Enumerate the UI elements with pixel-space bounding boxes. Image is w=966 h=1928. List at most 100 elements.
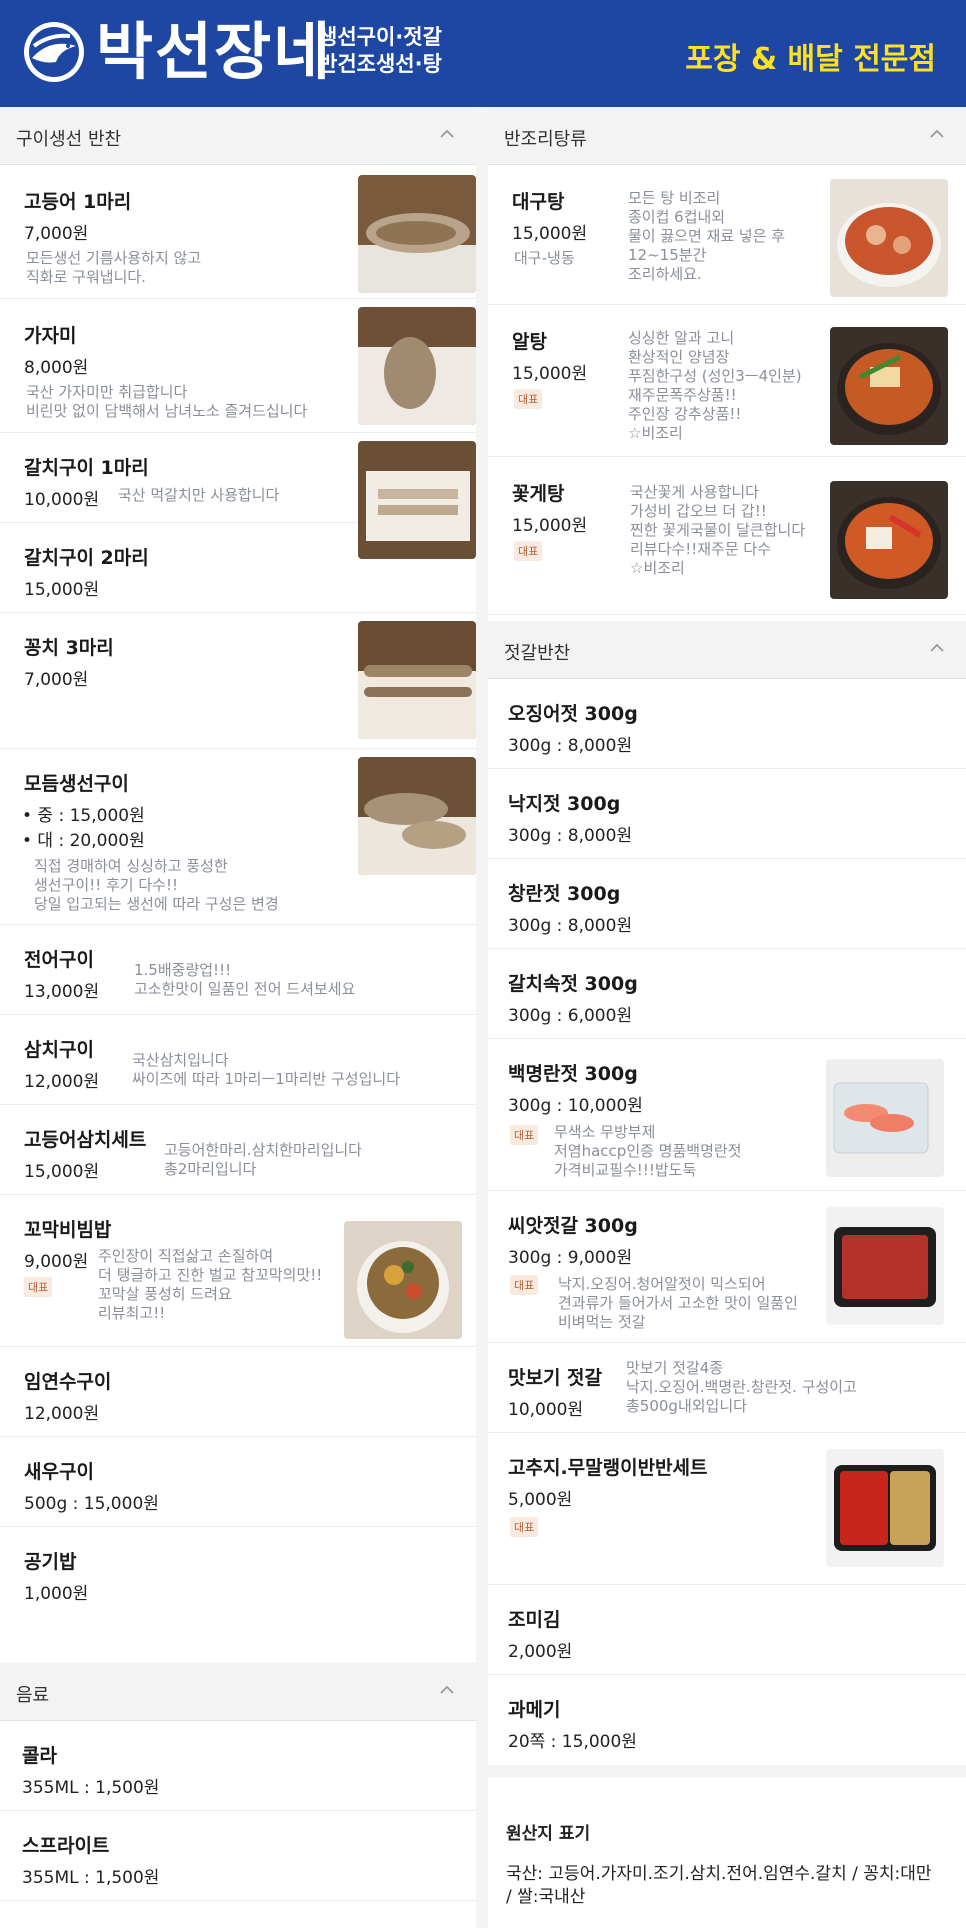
- item-desc: 꼬막살 풍성히 드려요: [98, 1285, 232, 1303]
- item-desc: 저염haccp인증 명품백명란젓: [554, 1142, 742, 1160]
- menu-item[interactable]: 콜라 355ML : 1,500원: [0, 1721, 476, 1811]
- item-price: 1,000원: [24, 1584, 89, 1604]
- menu-item[interactable]: 가자미 8,000원 국산 가자미만 취급합니다 비린맛 없이 담백해서 남녀노…: [0, 299, 476, 433]
- item-price: 300g : 8,000원: [508, 826, 633, 846]
- item-name: 스프라이트: [22, 1835, 110, 1857]
- menu-item[interactable]: 창란젓 300g 300g : 8,000원: [488, 859, 966, 949]
- slogan: 포장 & 배달 전문점: [685, 42, 936, 77]
- item-name: 고등어삼치세트: [24, 1129, 147, 1151]
- item-name: 갈치구이 1마리: [24, 457, 149, 479]
- menu-item[interactable]: 임연수구이 12,000원: [0, 1347, 476, 1437]
- section-header-drinks[interactable]: 음료: [0, 1663, 476, 1721]
- menu-item[interactable]: 꽁치 3마리 7,000원: [0, 613, 476, 749]
- item-price: 355ML : 1,500원: [22, 1868, 160, 1888]
- pepper-radish-set-photo: [826, 1449, 944, 1567]
- item-price: 7,000원: [24, 224, 89, 244]
- item-name: 백명란젓 300g: [508, 1063, 638, 1085]
- brand-subtitle-line2: 반건조생선·탕: [318, 52, 442, 76]
- item-name: 갈치속젓 300g: [508, 973, 638, 995]
- chevron-up-icon[interactable]: [440, 127, 454, 141]
- origin-line2: / 쌀:국내산: [506, 1887, 586, 1907]
- item-desc: 모든 탕 비조리: [628, 189, 721, 207]
- menu-item[interactable]: 삼치구이 12,000원 국산삼치입니다 싸이즈에 따라 1마리ㅡ1마리반 구성…: [0, 1015, 476, 1105]
- menu-item[interactable]: 고등어 1마리 7,000원 모든생선 기름사용하지 않고 직화로 구워냅니다.: [0, 165, 476, 299]
- saury-photo: [358, 621, 476, 739]
- cod-stew-photo: [830, 179, 948, 297]
- item-desc: 직접 경매하여 싱싱하고 풍성한: [34, 857, 228, 875]
- menu-item[interactable]: 낙지젓 300g 300g : 8,000원: [488, 769, 966, 859]
- section-title: 구이생선 반찬: [16, 129, 122, 150]
- item-name: 낙지젓 300g: [508, 793, 621, 815]
- item-desc: 비벼먹는 젓갈: [558, 1313, 646, 1331]
- item-name: 꽃게탕: [512, 483, 565, 505]
- menu-item[interactable]: 백명란젓 300g 300g : 10,000원 대표 무색소 무방부제 저염h…: [488, 1039, 966, 1191]
- item-price: 300g : 10,000원: [508, 1096, 643, 1116]
- item-price: 5,000원: [508, 1490, 573, 1510]
- menu-item[interactable]: 꼬막비빔밥 9,000원 대표 주인장이 직접삶고 손질하여 더 탱글하고 진한…: [0, 1195, 476, 1347]
- item-desc: ☆비조리: [628, 424, 683, 442]
- item-price: 20쪽 : 15,000원: [508, 1732, 637, 1752]
- item-desc: 낙지.오징어.백명란.창란젓. 구성이고: [626, 1378, 857, 1396]
- item-name: 전어구이: [24, 949, 94, 971]
- menu-item[interactable]: 스프라이트 355ML : 1,500원: [0, 1811, 476, 1901]
- origin-title: 원산지 표기: [506, 1824, 591, 1844]
- menu-item[interactable]: 새우구이 500g : 15,000원: [0, 1437, 476, 1527]
- item-desc: 재주문폭주상품!!: [628, 386, 737, 404]
- section-header-stew[interactable]: 반조리탕류: [488, 107, 966, 165]
- item-name: 공기밥: [24, 1551, 77, 1573]
- section-header-grilled[interactable]: 구이생선 반찬: [0, 107, 476, 165]
- item-desc: 고등어한마리.삼치한마리입니다: [164, 1141, 362, 1159]
- menu-item[interactable]: 전어구이 13,000원 1.5배중량업!!! 고소한맛이 일품인 전어 드셔보…: [0, 925, 476, 1015]
- item-price: 15,000원: [512, 224, 588, 244]
- chevron-up-icon[interactable]: [930, 641, 944, 655]
- menu-item[interactable]: 조미김 2,000원: [488, 1585, 966, 1675]
- menu-item[interactable]: 맛보기 젓갈 10,000원 맛보기 젓갈4종 낙지.오징어.백명란.창란젓. …: [488, 1343, 966, 1433]
- item-name: 갈치구이 2마리: [24, 547, 149, 569]
- menu-item[interactable]: 갈치구이 2마리 15,000원: [0, 523, 476, 613]
- item-desc: ☆비조리: [630, 559, 685, 577]
- menu-item[interactable]: 갈치구이 1마리 10,000원 국산 먹갈치만 사용합니다: [0, 433, 476, 559]
- menu-item[interactable]: 갈치속젓 300g 300g : 6,000원: [488, 949, 966, 1039]
- item-name: 삼치구이: [24, 1039, 94, 1061]
- item-desc: 물이 끓으면 재료 넣은 후: [628, 227, 786, 245]
- item-price: 12,000원: [24, 1404, 100, 1424]
- item-name: 창란젓 300g: [508, 883, 621, 905]
- item-name: 조미김: [508, 1609, 561, 1631]
- column-gutter: [476, 107, 488, 1928]
- section-header-jeotgal[interactable]: 젓갈반찬: [488, 621, 966, 679]
- item-desc: 당일 입고되는 생선에 따라 구성은 변경: [34, 895, 279, 913]
- chevron-up-icon[interactable]: [930, 127, 944, 141]
- menu-item[interactable]: 고추지.무말랭이반반세트 5,000원 대표: [488, 1433, 966, 1585]
- brand-subtitle: 생선구이·젓갈 반건조생선·탕: [318, 24, 442, 78]
- item-name: 대구탕: [512, 191, 565, 213]
- chevron-up-icon[interactable]: [440, 1683, 454, 1697]
- menu-item[interactable]: 오징어젓 300g 300g : 8,000원: [488, 679, 966, 769]
- item-desc: 비린맛 없이 담백해서 남녀노소 즐겨드십니다: [26, 402, 308, 420]
- crab-stew-photo: [830, 481, 948, 599]
- item-desc: 모든생선 기름사용하지 않고: [26, 249, 202, 267]
- item-desc: 가성비 갑오브 더 갑!!: [630, 502, 767, 520]
- item-desc: 가격비교필수!!!밥도둑: [554, 1161, 697, 1179]
- item-name: 모듬생선구이: [24, 773, 129, 795]
- item-desc: 푸짐한구성 (성인3ㅡ4인분): [628, 367, 802, 385]
- item-price: 300g : 6,000원: [508, 1006, 633, 1026]
- item-price: 8,000원: [24, 358, 89, 378]
- item-desc: 주인장이 직접삶고 손질하여: [98, 1247, 274, 1265]
- menu-item[interactable]: 대구탕 15,000원 대구-냉동 모든 탕 비조리 종이컵 6컵내외 물이 끓…: [488, 165, 966, 305]
- menu-item[interactable]: 씨앗젓갈 300g 300g : 9,000원 대표 낙지.오징어.청어알젓이 …: [488, 1191, 966, 1343]
- menu-item[interactable]: 과메기 20쪽 : 15,000원: [488, 1675, 966, 1765]
- seed-jeotgal-photo: [826, 1207, 944, 1325]
- menu-item[interactable]: 알탕 15,000원 대표 싱싱한 알과 고니 환상적인 양념장 푸짐한구성 (…: [488, 305, 966, 457]
- item-desc: 리뷰최고!!: [98, 1304, 166, 1322]
- item-desc: 더 탱글하고 진한 벌교 참꼬막의맛!!: [98, 1266, 323, 1284]
- item-name: 과메기: [508, 1699, 561, 1721]
- section-title: 젓갈반찬: [504, 643, 571, 664]
- menu-item[interactable]: 공기밥 1,000원: [0, 1527, 476, 1663]
- item-note: 대구-냉동: [514, 249, 575, 267]
- menu-item[interactable]: 모듬생선구이 • 중 : 15,000원 • 대 : 20,000원 직접 경매…: [0, 749, 476, 925]
- menu-item[interactable]: 꽃게탕 15,000원 대표 국산꽃게 사용합니다 가성비 갑오브 더 갑!! …: [488, 457, 966, 615]
- menu-item[interactable]: 고등어삼치세트 15,000원 고등어한마리.삼치한마리입니다 총2마리입니다: [0, 1105, 476, 1195]
- item-name: 꽁치 3마리: [24, 637, 114, 659]
- item-name: 고등어 1마리: [24, 191, 132, 213]
- mackerel-photo: [358, 175, 476, 293]
